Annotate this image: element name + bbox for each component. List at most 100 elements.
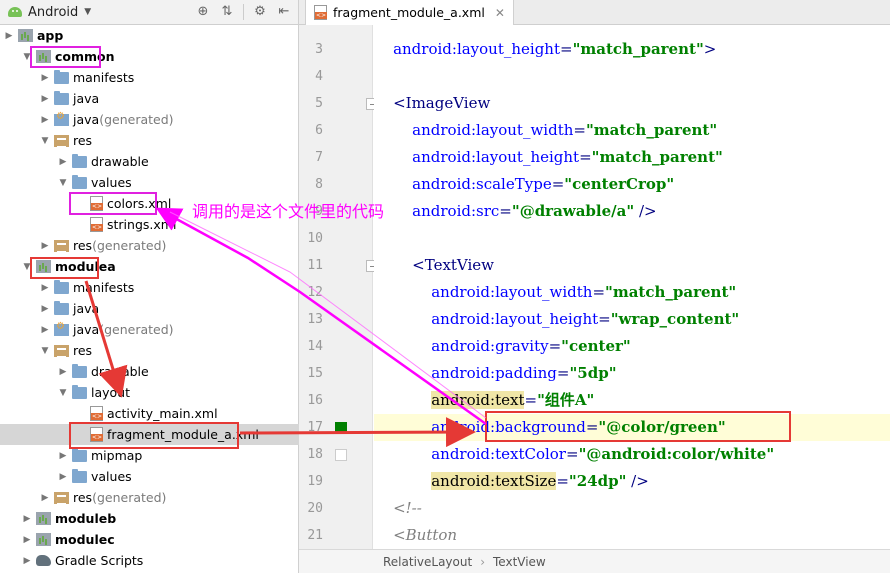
code-line[interactable]: <!--	[374, 495, 890, 522]
tree-item[interactable]: fragment_module_a.xml	[0, 424, 299, 445]
color-swatch-icon[interactable]	[335, 422, 347, 434]
tree-item[interactable]: activity_main.xml	[0, 403, 299, 424]
code-line[interactable]: <Button	[374, 522, 890, 549]
expand-toggle-icon[interactable]: ▶	[58, 367, 68, 377]
collapse-all-icon[interactable]: ⇅	[219, 4, 235, 20]
line-number: 11	[307, 258, 323, 273]
expand-toggle-icon[interactable]: ▼	[22, 52, 32, 62]
code-line[interactable]: android:layout_height="match_parent">	[374, 36, 890, 63]
code-line[interactable]: android:layout_height="wrap_content"	[374, 306, 890, 333]
line-number: 6	[315, 123, 323, 138]
code-line[interactable]: android:text="组件A"	[374, 387, 890, 414]
expand-toggle-icon[interactable]: ▼	[58, 178, 68, 188]
tree-item[interactable]: ▼ values	[0, 172, 299, 193]
line-number: 14	[307, 339, 323, 354]
expand-toggle-icon[interactable]: ▶	[58, 472, 68, 482]
tree-item[interactable]: ▶ java	[0, 88, 299, 109]
tree-item[interactable]: ▼ res	[0, 340, 299, 361]
tree-item[interactable]: ▶ app	[0, 25, 299, 46]
tree-item[interactable]: ▶ Gradle Scripts	[0, 550, 299, 571]
expand-toggle-icon[interactable]: ▶	[40, 73, 50, 83]
tree-item-label: res	[73, 490, 93, 505]
project-view-selector[interactable]: Android	[28, 5, 78, 20]
expand-toggle-icon[interactable]: ▶	[22, 556, 32, 566]
tree-item[interactable]: ▶ manifests	[0, 67, 299, 88]
breadcrumb-item-textview[interactable]: TextView	[493, 555, 546, 569]
tree-item-label: values	[91, 175, 132, 190]
expand-toggle-icon[interactable]: ▶	[4, 31, 14, 41]
color-swatch-icon[interactable]	[335, 449, 347, 461]
code-line[interactable]: android:background="@color/green"	[374, 414, 890, 441]
code-line[interactable]: android:scaleType="centerCrop"	[374, 171, 890, 198]
tab-fragment-module-a[interactable]: fragment_module_a.xml ✕	[305, 0, 514, 25]
code-area[interactable]: android:layout_height="match_parent"> <I…	[374, 25, 890, 549]
code-line[interactable]: android:layout_height="match_parent"	[374, 144, 890, 171]
close-icon[interactable]: ✕	[495, 6, 505, 20]
expand-toggle-icon[interactable]: ▶	[40, 304, 50, 314]
expand-toggle-icon[interactable]: ▼	[22, 262, 32, 272]
tree-item[interactable]: ▼ modulea	[0, 256, 299, 277]
chevron-down-icon[interactable]: ▼	[84, 7, 91, 17]
folder-icon	[54, 300, 69, 315]
tree-item[interactable]: ▶ java (generated)	[0, 319, 299, 340]
code-line[interactable]	[374, 225, 890, 252]
code-token: android:gravity	[431, 337, 549, 355]
expand-toggle-icon[interactable]: ▶	[40, 325, 50, 335]
code-line[interactable]: android:textColor="@android:color/white"	[374, 441, 890, 468]
tree-item[interactable]: ▶ drawable	[0, 361, 299, 382]
tree-item[interactable]: ▶ values	[0, 466, 299, 487]
line-number: 18	[307, 447, 323, 462]
expand-toggle-icon[interactable]: ▶	[22, 535, 32, 545]
expand-toggle-icon[interactable]: ▶	[22, 514, 32, 524]
code-line[interactable]: android:textSize="24dp" />	[374, 468, 890, 495]
expand-toggle-icon[interactable]: ▼	[40, 346, 50, 356]
expand-toggle-icon[interactable]: ▼	[40, 136, 50, 146]
code-line[interactable]: <ImageView	[374, 90, 890, 117]
tree-item[interactable]: ▼ res	[0, 130, 299, 151]
expand-toggle-icon[interactable]: ▶	[40, 283, 50, 293]
code-token: <Button	[393, 526, 458, 544]
expand-toggle-icon[interactable]: ▼	[58, 388, 68, 398]
hide-panel-icon[interactable]: ⇤	[276, 4, 292, 20]
tree-item[interactable]: ▶ modulec	[0, 529, 299, 550]
expand-toggle-icon[interactable]: ▶	[58, 157, 68, 167]
tree-item[interactable]: ▶ mipmap	[0, 445, 299, 466]
expand-toggle-icon[interactable]: ▶	[40, 241, 50, 251]
tree-item[interactable]: ▶ java	[0, 298, 299, 319]
tree-item-label: colors.xml	[107, 196, 172, 211]
gear-icon[interactable]: ⚙	[252, 4, 268, 20]
tree-item[interactable]: ▶ moduleb	[0, 508, 299, 529]
code-line[interactable]: android:layout_width="match_parent"	[374, 117, 890, 144]
code-token: "@color/green"	[598, 418, 726, 436]
res-folder-icon	[54, 239, 69, 253]
code-line[interactable]: android:src="@drawable/a" />	[374, 198, 890, 225]
code-line[interactable]: android:layout_width="match_parent"	[374, 279, 890, 306]
code-line[interactable]: android:gravity="center"	[374, 333, 890, 360]
expand-toggle-icon[interactable]: ▶	[40, 493, 50, 503]
breadcrumb-item-relativelayout[interactable]: RelativeLayout	[383, 555, 472, 569]
tree-item[interactable]: ▶ manifests	[0, 277, 299, 298]
folder-icon	[72, 447, 87, 462]
code-token: android:layout_width	[431, 283, 593, 301]
tree-item[interactable]: ▼ common	[0, 46, 299, 67]
code-line[interactable]: android:padding="5dp"	[374, 360, 890, 387]
tree-item[interactable]: ▶ java (generated)	[0, 109, 299, 130]
tree-item[interactable]: ▶ drawable	[0, 151, 299, 172]
expand-toggle-icon[interactable]: ▶	[58, 451, 68, 461]
code-line[interactable]: <TextView	[374, 252, 890, 279]
tree-item[interactable]: ▼ layout	[0, 382, 299, 403]
expand-toggle-icon[interactable]: ▶	[40, 94, 50, 104]
expand-toggle-icon[interactable]: ▶	[40, 115, 50, 125]
tree-item[interactable]: ▶ res (generated)	[0, 487, 299, 508]
tree-item-suffix: (generated)	[92, 238, 167, 253]
tree-item[interactable]: ▶ res (generated)	[0, 235, 299, 256]
locate-file-icon[interactable]: ⊕	[195, 4, 211, 20]
code-token: "match_parent"	[605, 283, 737, 301]
code-line[interactable]	[374, 63, 890, 90]
